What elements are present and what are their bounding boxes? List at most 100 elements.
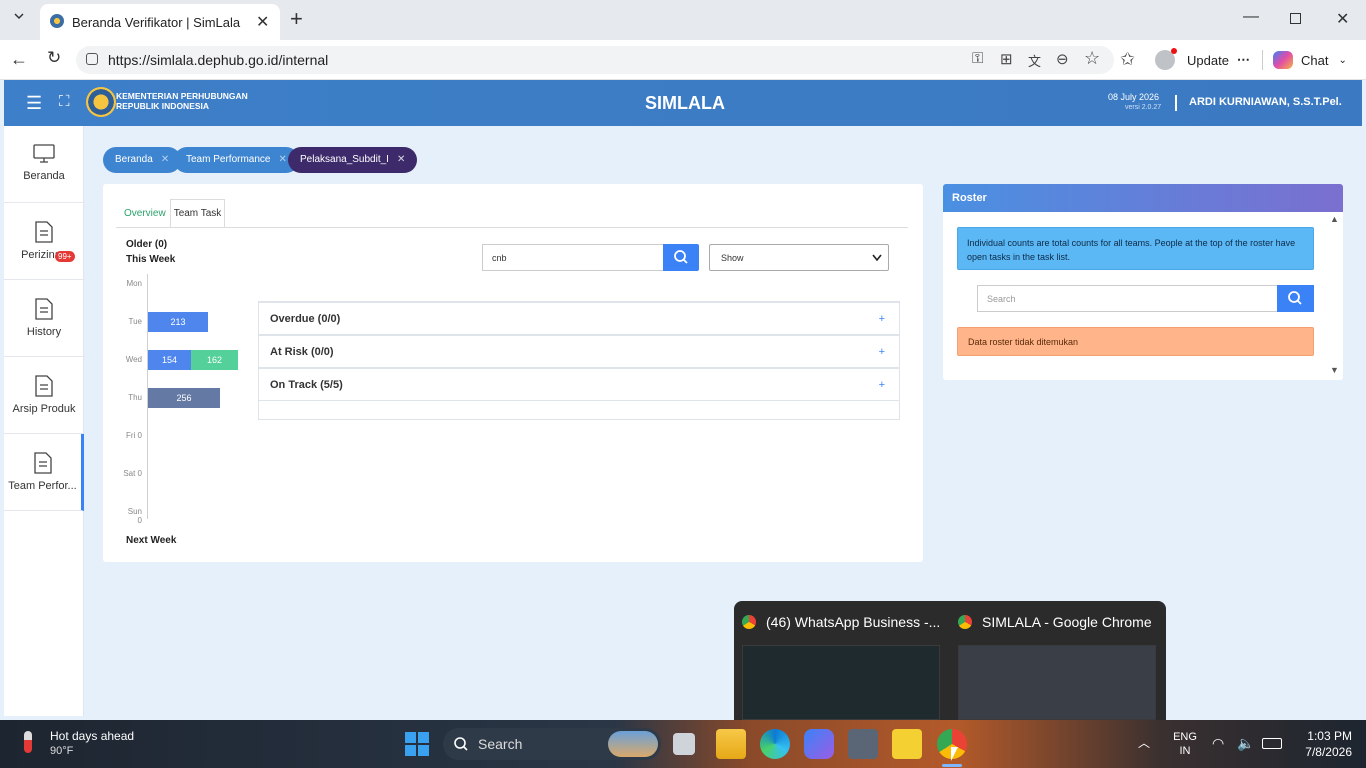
show-select[interactable]: Show <box>709 244 889 271</box>
close-icon[interactable]: ✕ <box>397 154 405 165</box>
roster-search-input[interactable]: Search <box>977 285 1278 312</box>
breadcrumb-beranda[interactable]: Beranda ✕ <box>103 147 182 173</box>
chart-day-label: Thu <box>128 393 142 402</box>
search-highlight-image <box>608 731 658 757</box>
browser-tab[interactable]: Beranda Verifikator | SimLala ✕ <box>40 4 280 40</box>
taskbar-preview-popup: (46) WhatsApp Business -... SIMLALA - Go… <box>734 601 1166 720</box>
chart-bar[interactable]: 213 <box>148 312 208 332</box>
document-icon <box>35 221 53 243</box>
tab-overview[interactable]: Overview <box>124 208 166 219</box>
chart-bar[interactable]: 154 <box>148 350 191 370</box>
close-icon[interactable]: ✕ <box>278 154 286 165</box>
section-on-track[interactable]: On Track (5/5) + <box>258 368 900 401</box>
thermometer-icon <box>24 731 32 753</box>
app-title: SIMLALA <box>645 93 725 113</box>
breadcrumb-team-performance[interactable]: Team Performance ✕ <box>174 147 299 173</box>
roster-search-button[interactable] <box>1277 285 1314 312</box>
sidebar: Beranda Perizinan 99+ History Arsip Prod… <box>4 126 84 716</box>
thumbnail-preview <box>958 645 1156 720</box>
apps-icon[interactable]: ⊞ <box>1000 50 1013 68</box>
chart-bar[interactable]: 162 <box>191 350 238 370</box>
copilot-chat-button[interactable]: Chat ⌄ <box>1273 48 1347 72</box>
close-window-button[interactable]: ✕ <box>1336 9 1349 29</box>
clock[interactable]: 1:03 PM 7/8/2026 <box>1292 728 1352 760</box>
start-button[interactable] <box>405 732 429 756</box>
reload-icon[interactable]: ↻ <box>47 49 61 67</box>
lang-indicator[interactable]: ENG IN <box>1170 730 1200 760</box>
url-box[interactable]: https://simlala.dephub.go.id/internal ⚿ … <box>76 46 1114 74</box>
battery-icon[interactable] <box>1262 738 1282 749</box>
app-version: versi 2.0.27 <box>1125 104 1162 111</box>
chart-day-label: Fri 0 <box>126 431 142 440</box>
fullscreen-icon[interactable]: ⛶ <box>59 93 70 110</box>
header-divider <box>1175 95 1177 111</box>
user-name[interactable]: ARDI KURNIAWAN, S.S.T.Pel. <box>1189 96 1342 108</box>
breadcrumb-pelaksana[interactable]: Pelaksana_Subdit_I ✕ <box>288 147 418 173</box>
active-app-indicator <box>942 764 962 767</box>
lang-secondary: IN <box>1179 745 1191 757</box>
volume-icon[interactable]: 🔈 <box>1237 735 1254 752</box>
org-name-line1: KEMENTERIAN PERHUBUNGAN <box>116 91 248 101</box>
taskbar-search[interactable]: Search <box>443 728 661 760</box>
url-text[interactable]: https://simlala.dephub.go.id/internal <box>108 52 328 68</box>
weather-widget[interactable]: Hot days ahead 90°F <box>20 727 160 761</box>
chevron-down-icon: ⌄ <box>1338 54 1347 66</box>
task-view-icon[interactable] <box>673 733 695 755</box>
favorites-icon[interactable]: ✩ <box>1120 49 1135 70</box>
sidebar-item-label: Beranda <box>23 170 65 182</box>
show-select-value: Show <box>721 253 744 263</box>
monitor-icon <box>33 144 55 163</box>
restore-button[interactable] <box>1290 13 1301 24</box>
favorite-star-icon[interactable]: ☆ <box>1084 48 1100 69</box>
expand-plus-icon[interactable]: + <box>879 336 885 369</box>
sidebar-item-perizinan[interactable]: Perizinan 99+ <box>4 203 84 280</box>
file-explorer-icon[interactable] <box>716 729 746 759</box>
zoom-icon[interactable]: ⊖ <box>1056 50 1069 68</box>
copilot-app-icon[interactable] <box>804 729 834 759</box>
scroll-up-icon[interactable]: ▲ <box>1330 214 1339 224</box>
site-info-icon[interactable] <box>86 53 98 65</box>
wifi-icon[interactable]: ◠ <box>1212 735 1224 752</box>
sidebar-item-label: Team Perfor... <box>8 480 77 492</box>
chart-day-label: Wed <box>125 355 142 364</box>
password-key-icon[interactable]: ⚿ <box>972 50 983 67</box>
sidebar-item-arsip-produk[interactable]: Arsip Produk <box>4 357 84 434</box>
hamburger-menu-icon[interactable]: ☰ <box>26 93 42 114</box>
expand-plus-icon[interactable]: + <box>879 369 885 402</box>
search-button[interactable] <box>663 244 699 271</box>
ministry-logo-icon <box>86 87 116 117</box>
section-label: Overdue (0/0) <box>270 313 341 325</box>
thumbnail-whatsapp[interactable]: (46) WhatsApp Business -... <box>740 609 946 720</box>
update-button[interactable]: Update ⋯ <box>1187 48 1250 72</box>
update-label: Update <box>1187 52 1229 68</box>
tray-chevron-icon[interactable]: ︿ <box>1138 734 1150 751</box>
section-overdue[interactable]: Overdue (0/0) + <box>258 302 900 335</box>
tab-list-button[interactable] <box>8 10 30 30</box>
translate-icon[interactable]: 文 <box>1028 51 1041 70</box>
task-search-input[interactable]: cnb <box>482 244 664 271</box>
search-value: cnb <box>492 253 507 263</box>
close-tab-icon[interactable]: ✕ <box>256 12 269 32</box>
section-at-risk[interactable]: At Risk (0/0) + <box>258 335 900 368</box>
thumbnail-preview <box>742 645 940 720</box>
camera-icon[interactable] <box>848 729 878 759</box>
new-tab-button[interactable]: + <box>290 8 303 30</box>
sticky-notes-icon[interactable] <box>892 729 922 759</box>
roster-info-box: Individual counts are total counts for a… <box>957 227 1314 270</box>
sidebar-item-team-performance[interactable]: Team Perfor... <box>4 434 84 511</box>
close-icon[interactable]: ✕ <box>161 154 169 165</box>
chart-day-label: Mon <box>126 279 142 288</box>
tab-team-task[interactable]: Team Task <box>170 199 225 228</box>
roster-title: Roster <box>952 192 987 204</box>
weather-title: Hot days ahead <box>50 729 135 743</box>
chart-bar[interactable]: 256 <box>148 388 221 408</box>
sidebar-item-beranda[interactable]: Beranda <box>4 126 84 203</box>
expand-plus-icon[interactable]: + <box>879 303 885 336</box>
mouse-cursor-icon <box>951 747 958 761</box>
back-icon[interactable]: ← <box>10 50 28 68</box>
scroll-down-icon[interactable]: ▼ <box>1330 365 1339 375</box>
minimize-button[interactable]: — <box>1243 8 1259 26</box>
thumbnail-simlala[interactable]: SIMLALA - Google Chrome <box>956 609 1162 720</box>
edge-icon[interactable] <box>760 729 790 759</box>
sidebar-item-history[interactable]: History <box>4 280 84 357</box>
